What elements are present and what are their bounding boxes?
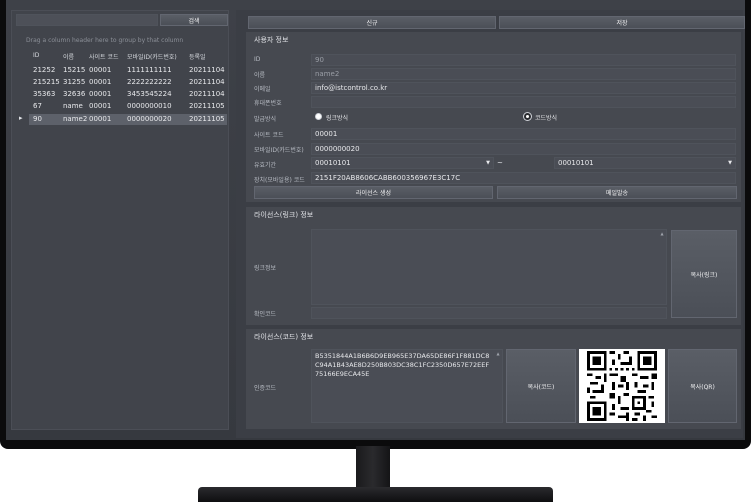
- table-row[interactable]: 35363 32636 00001 3453545224 20211104: [29, 89, 227, 100]
- email-field[interactable]: info@istcontrol.co.kr: [311, 82, 736, 94]
- auth-code-value: B5351844A1B6B6D9EB965E37DA65DE86F1F881DC…: [315, 352, 490, 378]
- cell-id: 35363: [33, 90, 56, 98]
- copy-code-button[interactable]: 복사(코드): [506, 349, 576, 423]
- grid-header: ID 이름 사이트 코드 모바일ID(카드번호) 등록일: [29, 52, 227, 63]
- send-email-button[interactable]: 메일발송: [497, 186, 737, 199]
- auth-code-textarea[interactable]: B5351844A1B6B6D9EB965E37DA65DE86F1F881DC…: [311, 349, 503, 423]
- link-info-textarea[interactable]: [311, 229, 667, 305]
- site-code-label: 사이트 코드: [254, 132, 284, 139]
- cell-mobile-id: 0000000010: [127, 102, 172, 110]
- cell-id: 67: [33, 102, 42, 110]
- copy-qr-button[interactable]: 복사(QR): [668, 349, 737, 423]
- radio-link-option[interactable]: [315, 113, 322, 120]
- cell-name: 15215: [63, 66, 86, 74]
- cell-name: 32636: [63, 90, 86, 98]
- cell-registered: 20211105: [189, 102, 225, 110]
- phone-label: 휴대폰번호: [254, 100, 282, 107]
- cell-mobile-id: 2222222222: [127, 78, 172, 86]
- cell-registered: 20211104: [189, 78, 225, 86]
- column-header-mobile-id[interactable]: 모바일ID(카드번호): [127, 52, 177, 61]
- chevron-down-icon: ▼: [486, 160, 490, 166]
- cell-registered: 20211104: [189, 90, 225, 98]
- cell-site-code: 00001: [89, 102, 112, 110]
- current-row-indicator: ▸: [19, 114, 23, 122]
- group-by-hint: Drag a column header here to group by th…: [26, 37, 184, 44]
- table-row[interactable]: 215215 31255 00001 2222222222 20211104: [29, 77, 227, 88]
- name-field[interactable]: name2: [311, 68, 736, 80]
- copy-link-button[interactable]: 복사(링크): [671, 230, 737, 318]
- monitor-stand-neck: [356, 446, 390, 490]
- device-code-label: 장치(모바일용) 코드: [254, 177, 305, 184]
- app-screen: 검색 Drag a column header here to group by…: [6, 0, 745, 440]
- license-code-title: 라이선스(코드) 정보: [254, 333, 314, 341]
- qr-code-image: [579, 349, 665, 423]
- valid-from-value: 00010101: [315, 159, 351, 167]
- radio-link-label[interactable]: 링크방식: [326, 113, 348, 122]
- cell-registered: 20211104: [189, 66, 225, 74]
- license-link-title: 라이선스(링크) 정보: [254, 211, 314, 219]
- confirm-code-field[interactable]: [311, 307, 667, 319]
- search-input[interactable]: [16, 14, 158, 26]
- email-label: 이메일: [254, 86, 271, 93]
- auth-code-label: 인증코드: [254, 385, 277, 392]
- generate-license-button[interactable]: 라이선스 생성: [254, 186, 493, 199]
- cell-name: name2: [63, 115, 88, 123]
- column-header-name[interactable]: 이름: [63, 52, 74, 61]
- mobile-id-label: 모바일ID(카드번호): [254, 147, 304, 154]
- cell-mobile-id: 1111111111: [127, 66, 172, 74]
- qr-code-graphic: [587, 351, 657, 421]
- radio-code-label[interactable]: 코드방식: [535, 113, 557, 122]
- link-info-label: 링크정보: [254, 265, 277, 272]
- cell-id: 21252: [33, 66, 56, 74]
- column-header-registered[interactable]: 등록일: [189, 52, 206, 61]
- table-row-selected[interactable]: 90 name2 00001 0000000020 20211105: [29, 114, 227, 125]
- monitor-frame: 검색 Drag a column header here to group by…: [0, 0, 751, 449]
- radio-code-option[interactable]: [524, 113, 531, 120]
- new-button[interactable]: 신규: [248, 16, 496, 29]
- cell-site-code: 00001: [89, 66, 112, 74]
- cell-mobile-id: 3453545224: [127, 90, 172, 98]
- valid-to-value: 00010101: [558, 159, 594, 167]
- site-code-field[interactable]: 00001: [311, 128, 736, 140]
- cell-site-code: 00001: [89, 115, 112, 123]
- cell-site-code: 00001: [89, 78, 112, 86]
- user-info-title: 사용자 정보: [254, 36, 289, 44]
- cell-name: 31255: [63, 78, 86, 86]
- table-row[interactable]: 21252 15215 00001 1111111111 20211104: [29, 65, 227, 76]
- column-header-site-code[interactable]: 사이트 코드: [89, 52, 119, 61]
- id-field[interactable]: 90: [311, 54, 736, 66]
- search-button[interactable]: 검색: [160, 14, 228, 26]
- validity-range-separator: ~: [497, 159, 503, 167]
- link-info-scrollbar[interactable]: ▲: [659, 231, 665, 303]
- id-label: ID: [254, 56, 261, 63]
- validity-label: 유효기간: [254, 162, 277, 169]
- cell-site-code: 00001: [89, 90, 112, 98]
- mobile-id-field[interactable]: 0000000020: [311, 143, 736, 155]
- cell-name: name: [63, 102, 83, 110]
- phone-field[interactable]: [311, 96, 736, 108]
- cell-id: 90: [33, 115, 42, 123]
- chevron-down-icon: ▼: [728, 160, 732, 166]
- auth-code-scrollbar[interactable]: ▲: [495, 351, 501, 421]
- valid-to-select[interactable]: 00010101 ▼: [554, 157, 736, 169]
- cell-mobile-id: 0000000020: [127, 115, 172, 123]
- device-code-field[interactable]: 2151F20AB8606CABB600356967E3C17C: [311, 172, 736, 184]
- valid-from-select[interactable]: 00010101 ▼: [311, 157, 494, 169]
- table-row[interactable]: 67 name 00001 0000000010 20211105: [29, 101, 227, 112]
- column-header-id[interactable]: ID: [33, 52, 39, 59]
- cell-id: 215215: [33, 78, 60, 86]
- confirm-code-label: 확인코드: [254, 311, 277, 318]
- save-button[interactable]: 저장: [499, 16, 745, 29]
- cell-registered: 20211105: [189, 115, 225, 123]
- monitor-stand-base: [198, 487, 553, 502]
- name-label: 이름: [254, 72, 266, 79]
- issue-method-label: 발급방식: [254, 116, 277, 123]
